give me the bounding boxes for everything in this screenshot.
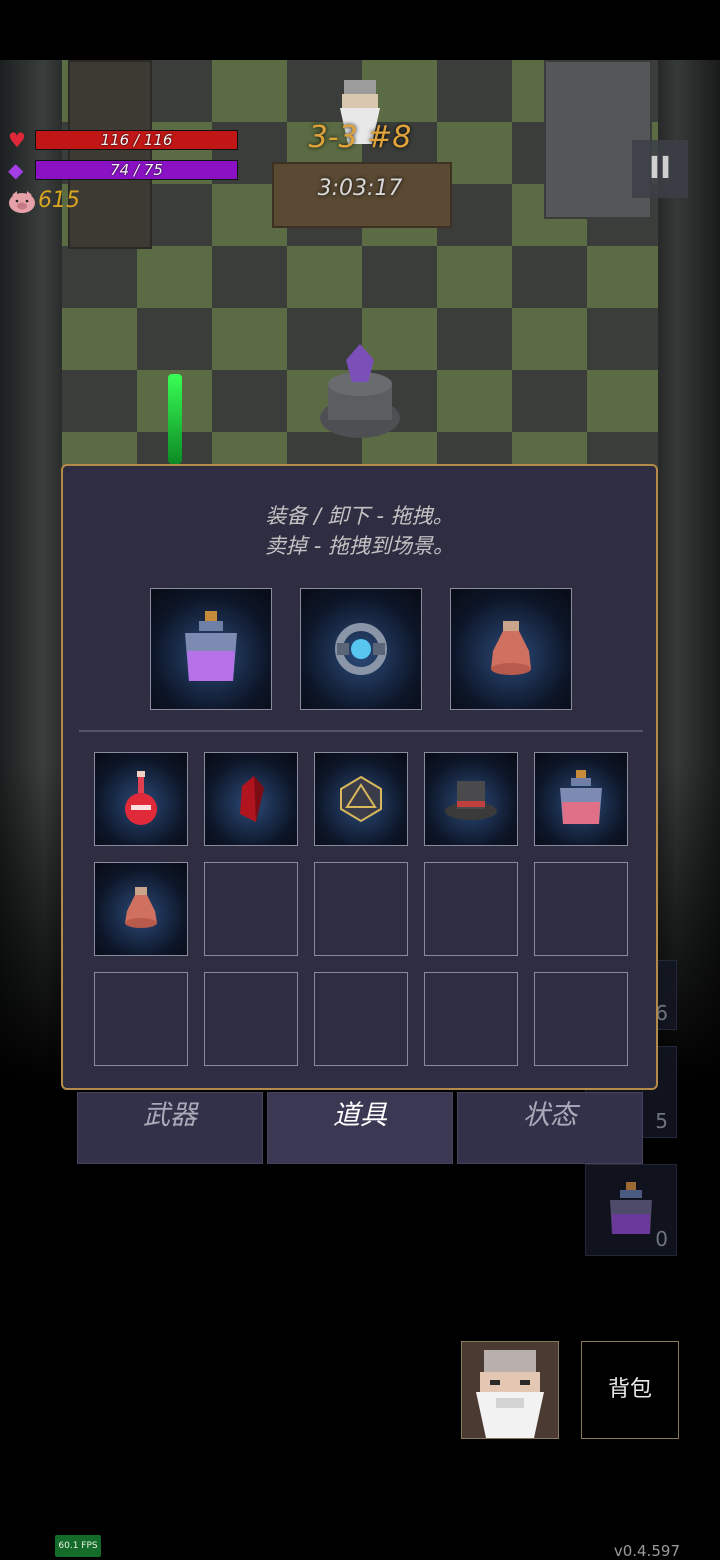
green-sword-drop[interactable] [168, 374, 182, 464]
floor-tile [587, 246, 662, 308]
inventory-slot[interactable] [314, 752, 408, 846]
floor-tile [587, 370, 662, 432]
inventory-slot[interactable] [534, 752, 628, 846]
floor-tile [287, 246, 362, 308]
inventory-slot-empty[interactable] [94, 972, 188, 1066]
level-label: 3-3 #8 [308, 120, 412, 155]
coin-count: 615 [38, 188, 80, 213]
red-vase-icon [95, 863, 187, 955]
character-portrait-button[interactable] [461, 1341, 559, 1439]
mana-text: 74 / 75 [110, 161, 163, 179]
blue-crystal-ring-icon [301, 589, 421, 709]
quick-slot-3[interactable]: 0 [585, 1164, 677, 1256]
tab-status[interactable]: 状态 [457, 1092, 643, 1164]
inventory-slot-empty[interactable] [424, 862, 518, 956]
floor-tile [362, 246, 437, 308]
floor-tile [62, 308, 137, 370]
equip-hint: 装备 / 卸下 - 拖拽。 [265, 504, 454, 528]
bookshelf-prop [68, 60, 152, 249]
floor-tile [437, 370, 512, 432]
mana-bar: 74 / 75 [35, 160, 238, 180]
equipped-slot-3[interactable] [450, 588, 572, 710]
inventory-slot-empty[interactable] [534, 972, 628, 1066]
health-bar: 116 / 116 [35, 130, 238, 150]
floor-tile [512, 246, 587, 308]
floor-tile [212, 370, 287, 432]
red-flask-icon [95, 753, 187, 845]
timer-label: 3:03:17 [317, 176, 403, 201]
backpack-button[interactable]: 背包 [581, 1341, 679, 1439]
health-text: 116 / 116 [100, 131, 173, 149]
pink-potion-jar-icon [535, 753, 627, 845]
tab-items[interactable]: 道具 [267, 1092, 453, 1164]
red-vase-icon [451, 589, 571, 709]
equipped-slot-2[interactable] [300, 588, 422, 710]
panel-divider [79, 730, 643, 732]
inventory-slot-empty[interactable] [534, 862, 628, 956]
inventory-slot-empty[interactable] [314, 972, 408, 1066]
inventory-slot-empty[interactable] [204, 862, 298, 956]
floor-tile [437, 60, 512, 122]
mana-diamond-icon: ◆ [8, 158, 24, 182]
inventory-slot-empty[interactable] [424, 972, 518, 1066]
purple-potion-jar-icon [151, 589, 271, 709]
version-label: v0.4.597 [613, 1542, 680, 1560]
floor-tile [137, 246, 212, 308]
floor-tile [512, 370, 587, 432]
floor-tile [512, 308, 587, 370]
inventory-slot[interactable] [94, 752, 188, 846]
floor-tile [587, 308, 662, 370]
wizard-portrait-icon [462, 1342, 558, 1438]
floor-tile [62, 370, 137, 432]
inventory-slot-empty[interactable] [314, 862, 408, 956]
floor-tile [62, 246, 137, 308]
floor-tile [212, 60, 287, 122]
inventory-slot[interactable] [94, 862, 188, 956]
quick-slot-count: 0 [655, 1227, 668, 1251]
inventory-slot[interactable] [424, 752, 518, 846]
pig-coin-icon [8, 190, 36, 217]
floor-tile [137, 308, 212, 370]
floor-tile [212, 246, 287, 308]
heart-icon: ♥ [8, 128, 26, 152]
crystal-pedestal[interactable] [318, 340, 402, 440]
equipped-slot-1[interactable] [150, 588, 272, 710]
fps-counter: 60.1 FPS [55, 1535, 101, 1557]
inventory-slot-empty[interactable] [204, 972, 298, 1066]
golden-d20-icon [315, 753, 407, 845]
floor-tile [437, 246, 512, 308]
top-hat-icon [425, 753, 517, 845]
quick-slot-count: 5 [655, 1109, 668, 1133]
floor-tile [437, 308, 512, 370]
sell-hint: 卖掉 - 拖拽到场景。 [265, 534, 454, 558]
floor-tile [212, 308, 287, 370]
tab-weapons[interactable]: 武器 [77, 1092, 263, 1164]
inventory-slot[interactable] [204, 752, 298, 846]
red-crystal-icon [205, 753, 297, 845]
pause-button[interactable]: II [632, 140, 688, 198]
inventory-panel: 装备 / 卸下 - 拖拽。 卖掉 - 拖拽到场景。 [61, 464, 658, 1090]
